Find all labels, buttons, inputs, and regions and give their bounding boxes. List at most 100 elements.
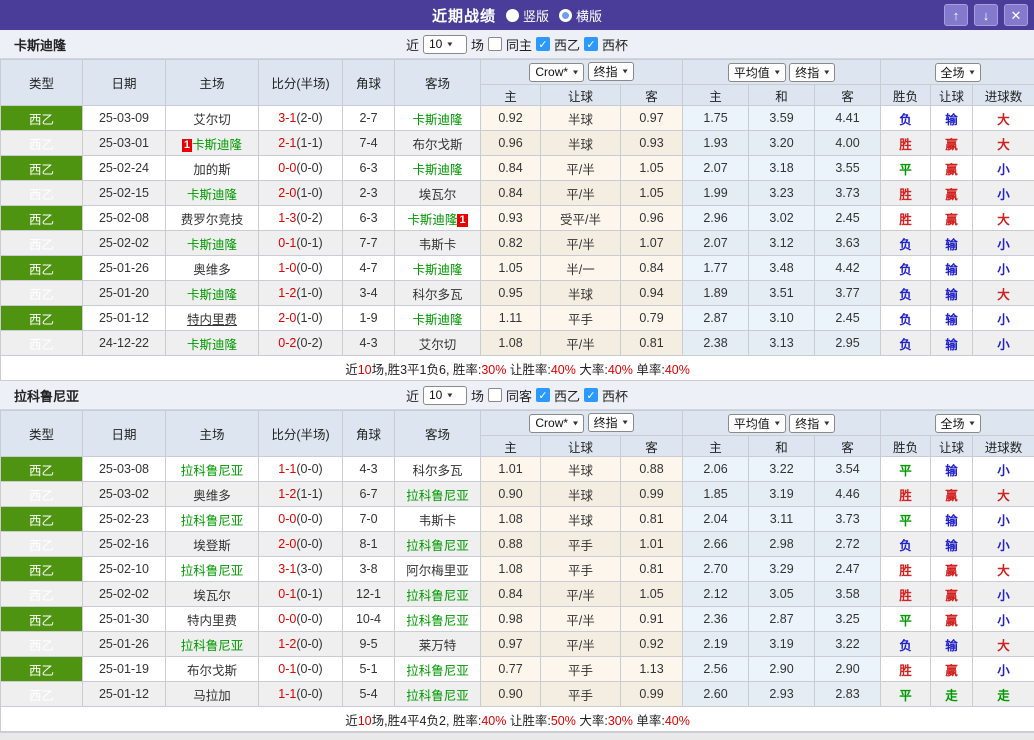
avg-draw: 3.12 [749,231,815,256]
average-select[interactable]: 平均值▾ [728,63,786,82]
avg-draw: 2.93 [749,682,815,707]
away-team-cell: 艾尔切 [395,331,481,356]
avg-home: 2.36 [683,607,749,632]
away-team-name: 拉科鲁尼亚 [406,489,469,503]
home-team-cell: 拉科鲁尼亚 [166,457,259,482]
score-cell: 1-0(0-0) [259,256,343,281]
odds-handicap: 平/半 [541,156,621,181]
halftime-score: (0-1) [296,587,322,601]
date-cell: 24-12-22 [83,331,166,356]
odds-away: 0.88 [621,457,683,482]
home-team-name: 埃登斯 [193,539,231,553]
halftime-score: (0-0) [296,612,322,626]
corner-cell: 6-7 [343,482,395,507]
date-cell: 25-02-23 [83,507,166,532]
scope-select[interactable]: 全场▾ [935,414,981,433]
red-card-badge: 1 [182,139,192,152]
bookmaker-select[interactable]: Crow*▾ [529,414,584,433]
checkbox-西乙[interactable]: ✓ [536,37,550,51]
odds-home: 1.05 [481,256,541,281]
away-team-name: 卡斯迪隆 [412,263,462,277]
score-cell: 2-1(1-1) [259,131,343,156]
avg-away: 3.63 [815,231,881,256]
corner-cell: 6-3 [343,206,395,231]
home-team-cell: 拉科鲁尼亚 [166,632,259,657]
corner-cell: 7-4 [343,131,395,156]
move-down-button[interactable]: ↓ [974,4,998,26]
avg-stage-select[interactable]: 终指▾ [789,414,835,433]
odds-stage-select[interactable]: 终指▾ [588,413,634,432]
checkbox-西杯[interactable]: ✓ [584,37,598,51]
away-team-name: 阿尔梅里亚 [406,564,469,578]
checkbox-西乙[interactable]: ✓ [536,388,550,402]
scope-select[interactable]: 全场▾ [935,63,981,82]
home-team-cell: 1卡斯迪隆 [166,131,259,156]
away-team-cell: 莱万特 [395,632,481,657]
avg-away: 3.54 [815,457,881,482]
radio-horizontal-layout[interactable]: 横版 [559,6,602,25]
result-goals: 大 [973,281,1034,306]
avg-stage-select[interactable]: 终指▾ [789,63,835,82]
home-team-name: 卡斯迪隆 [192,138,242,152]
league-badge: 西乙 [1,532,83,557]
match-count-select[interactable]: 10▾ [423,35,467,54]
league-badge: 西乙 [1,632,83,657]
result-handicap: 走 [931,682,973,707]
halftime-score: (0-2) [296,336,322,350]
match-count-select[interactable]: 10▾ [423,386,467,405]
halftime-score: (0-0) [296,462,322,476]
radio-vertical-layout[interactable]: 竖版 [506,6,549,25]
col-header-类型: 类型 [1,411,83,457]
sub-header-让球: 让球 [931,85,973,106]
corner-cell: 2-7 [343,106,395,131]
average-select[interactable]: 平均值▾ [728,414,786,433]
odds-stage-select[interactable]: 终指▾ [588,62,634,81]
score-cell: 1-1(0-0) [259,682,343,707]
odds-away: 0.91 [621,607,683,632]
odds-away: 0.93 [621,131,683,156]
result-goals: 走 [973,682,1034,707]
match-row: 西乙25-02-02埃瓦尔0-1(0-1)12-1拉科鲁尼亚0.84平/半1.0… [1,582,1034,607]
odds-away: 0.79 [621,306,683,331]
league-badge: 西乙 [1,507,83,532]
halftime-score: (1-0) [296,186,322,200]
away-team-cell: 卡斯迪隆 [395,106,481,131]
fulltime-score: 0-0 [278,612,296,626]
avg-away: 4.41 [815,106,881,131]
match-filter: 近10▾场同主✓西乙✓西杯 [406,35,628,54]
result-goals: 小 [973,507,1034,532]
bookmaker-select[interactable]: Crow*▾ [529,63,584,82]
home-team-cell: 布尔戈斯 [166,657,259,682]
checkbox-西杯[interactable]: ✓ [584,388,598,402]
home-team-name: 艾尔切 [193,113,231,127]
odds-handicap: 半/一 [541,256,621,281]
result-outcome: 负 [881,632,931,657]
home-team-name: 卡斯迪隆 [187,188,237,202]
move-up-button[interactable]: ↑ [944,4,968,26]
match-row: 西乙25-02-16埃登斯2-0(0-0)8-1拉科鲁尼亚0.88平手1.012… [1,532,1034,557]
result-outcome: 胜 [881,482,931,507]
result-goals: 小 [973,306,1034,331]
home-team-cell: 特内里费 [166,306,259,331]
close-button[interactable]: ✕ [1004,4,1028,26]
odds-handicap: 平/半 [541,181,621,206]
away-team-name: 拉科鲁尼亚 [406,614,469,628]
result-goals: 大 [973,632,1034,657]
chevron-down-icon: ▾ [447,40,452,49]
avg-stage-select-value: 终指 [795,64,819,81]
checkbox-同客[interactable] [488,388,502,402]
summary-label: 场,胜3平1负6, 胜率: [372,363,482,377]
summary-percentage: 40% [665,714,690,728]
avg-home: 2.96 [683,206,749,231]
match-row: 西乙25-02-02卡斯迪隆0-1(0-1)7-7韦斯卡0.82平/半1.072… [1,231,1034,256]
odds-home: 0.97 [481,632,541,657]
corner-cell: 7-0 [343,507,395,532]
result-goals: 小 [973,607,1034,632]
corner-cell: 10-4 [343,607,395,632]
sub-header-让球: 让球 [931,436,973,457]
checkbox-同主[interactable] [488,37,502,51]
bottom-scrollbar-track[interactable] [0,732,1034,740]
avg-home: 2.66 [683,532,749,557]
avg-away: 3.58 [815,582,881,607]
match-row: 西乙25-01-19布尔戈斯0-1(0-0)5-1拉科鲁尼亚0.77平手1.13… [1,657,1034,682]
